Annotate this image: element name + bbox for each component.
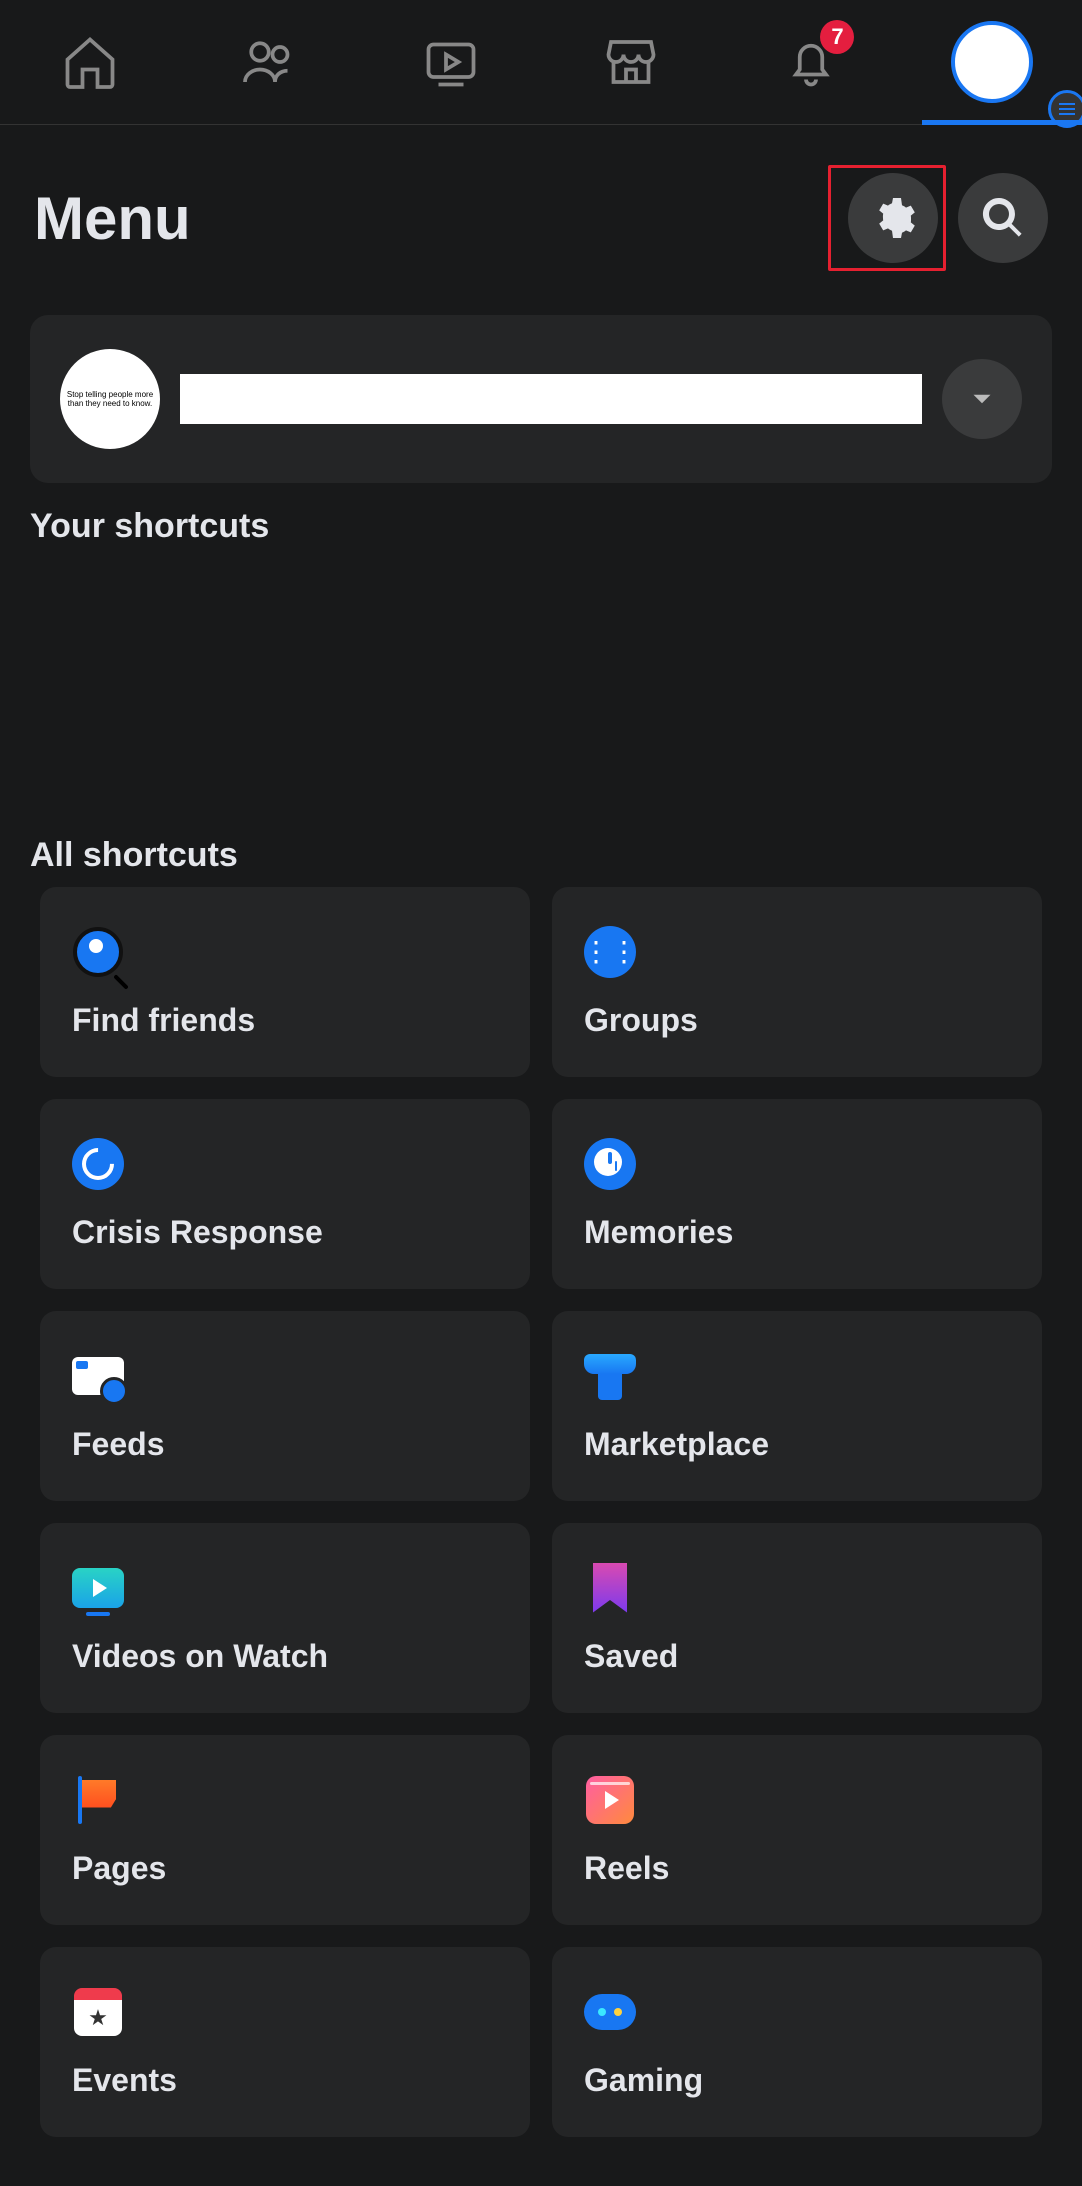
profile-name	[180, 374, 922, 424]
tile-pages[interactable]: Pages	[40, 1735, 530, 1925]
search-button[interactable]	[958, 173, 1048, 263]
avatar-icon	[951, 21, 1033, 103]
profile-avatar: Stop telling people more than they need …	[60, 349, 160, 449]
tile-label: Crisis Response	[72, 1214, 498, 1251]
gaming-icon	[584, 1986, 636, 2038]
marketplace-icon	[584, 1350, 636, 1402]
groups-icon: ⋮⋮	[584, 926, 636, 978]
tile-label: Videos on Watch	[72, 1638, 498, 1675]
saved-icon	[584, 1562, 636, 1614]
tile-find-friends[interactable]: Find friends	[40, 887, 530, 1077]
tile-label: Events	[72, 2062, 498, 2099]
memories-icon	[584, 1138, 636, 1190]
events-icon: ★	[72, 1986, 124, 2038]
profile-card[interactable]: Stop telling people more than they need …	[30, 315, 1052, 483]
page-header: Menu	[0, 125, 1082, 291]
tile-label: Find friends	[72, 1002, 498, 1039]
watch-video-icon	[72, 1562, 124, 1614]
profile-expand-button[interactable]	[942, 359, 1022, 439]
home-icon	[60, 32, 120, 92]
tab-marketplace[interactable]	[541, 0, 721, 124]
tile-label: Memories	[584, 1214, 1010, 1251]
watch-icon	[421, 32, 481, 92]
tile-crisis-response[interactable]: Crisis Response	[40, 1099, 530, 1289]
tab-home[interactable]	[0, 0, 180, 124]
tile-marketplace[interactable]: Marketplace	[552, 1311, 1042, 1501]
pages-icon	[72, 1774, 124, 1826]
tile-label: Gaming	[584, 2062, 1010, 2099]
tile-videos-watch[interactable]: Videos on Watch	[40, 1523, 530, 1713]
gear-icon	[869, 194, 917, 242]
crisis-icon	[72, 1138, 124, 1190]
shortcuts-grid: Find friends ⋮⋮ Groups Crisis Response M…	[0, 887, 1082, 2137]
chevron-down-icon	[965, 382, 999, 416]
tile-label: Marketplace	[584, 1426, 1010, 1463]
tile-label: Reels	[584, 1850, 1010, 1887]
tab-friends[interactable]	[180, 0, 360, 124]
search-icon	[979, 194, 1027, 242]
tile-saved[interactable]: Saved	[552, 1523, 1042, 1713]
tab-watch[interactable]	[361, 0, 541, 124]
tile-events[interactable]: ★ Events	[40, 1947, 530, 2137]
feeds-icon	[72, 1350, 124, 1402]
notification-badge: 7	[820, 20, 854, 54]
your-shortcuts-heading: Your shortcuts	[30, 507, 1052, 546]
find-friends-icon	[72, 926, 124, 978]
tab-menu[interactable]	[902, 0, 1082, 124]
tile-label: Pages	[72, 1850, 498, 1887]
store-icon	[601, 32, 661, 92]
tile-reels[interactable]: Reels	[552, 1735, 1042, 1925]
tile-feeds[interactable]: Feeds	[40, 1311, 530, 1501]
tile-memories[interactable]: Memories	[552, 1099, 1042, 1289]
active-tab-indicator	[922, 120, 1082, 125]
tile-label: Saved	[584, 1638, 1010, 1675]
settings-highlight	[828, 165, 946, 271]
settings-button[interactable]	[848, 173, 938, 263]
tile-label: Groups	[584, 1002, 1010, 1039]
tile-groups[interactable]: ⋮⋮ Groups	[552, 887, 1042, 1077]
friends-icon	[240, 32, 300, 92]
your-shortcuts-area	[0, 558, 1082, 818]
tab-notifications[interactable]: 7	[721, 0, 901, 124]
top-nav: 7	[0, 0, 1082, 125]
tile-gaming[interactable]: Gaming	[552, 1947, 1042, 2137]
reels-icon	[584, 1774, 636, 1826]
all-shortcuts-heading: All shortcuts	[30, 836, 1052, 875]
tile-label: Feeds	[72, 1426, 498, 1463]
page-title: Menu	[34, 184, 828, 253]
